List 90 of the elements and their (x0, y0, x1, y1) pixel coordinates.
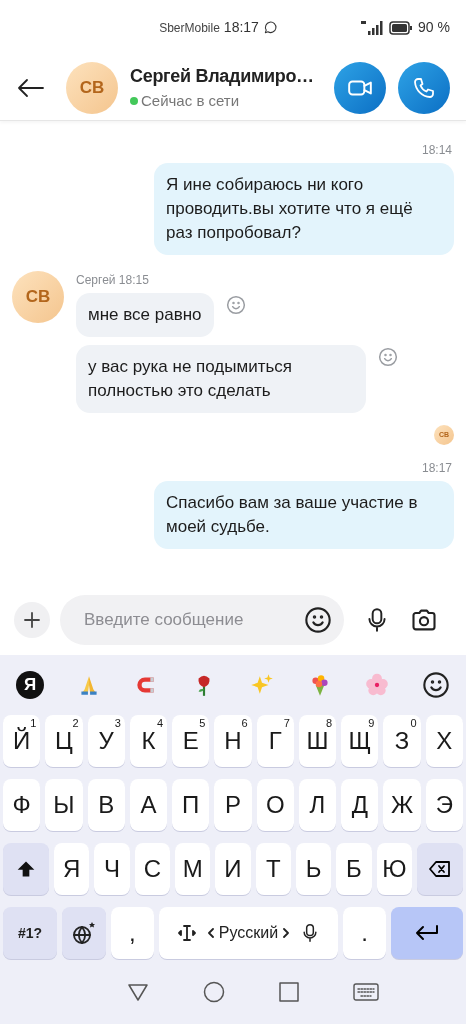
carrier-name: SberMobile (159, 19, 220, 37)
key[interactable]: Т (255, 843, 291, 895)
shift-icon (16, 859, 36, 879)
key-hint: 1 (30, 718, 37, 729)
home-nav-icon[interactable] (203, 980, 225, 1003)
key[interactable]: И (215, 843, 251, 895)
key-hint: 3 (114, 718, 121, 729)
contact-name: Сергей Владимиро… (130, 64, 315, 88)
key[interactable]: Л (298, 779, 337, 831)
key-hint: 5 (199, 718, 206, 729)
chat-app-icon (262, 20, 277, 35)
message-bubble: мне все равно (76, 293, 214, 337)
message-input[interactable]: Введите сообщение (60, 595, 344, 645)
call-button[interactable] (398, 61, 450, 114)
keyboard-icon[interactable] (353, 981, 379, 1002)
plus-icon (23, 611, 41, 629)
emoji-icon[interactable] (304, 606, 332, 634)
space-key[interactable]: Русский (158, 907, 339, 959)
key-hint: 0 (410, 718, 417, 729)
cursor-icon (176, 923, 197, 943)
key[interactable]: М (175, 843, 211, 895)
key[interactable]: У 3 (87, 715, 125, 767)
message-time: 18:17 (421, 460, 452, 477)
signal-icon (360, 19, 385, 36)
key[interactable]: Ю (376, 843, 412, 895)
enter-key[interactable] (391, 907, 463, 959)
message-time: 18:14 (421, 142, 452, 159)
clock: 18:17 (223, 18, 259, 37)
key[interactable]: . (343, 907, 386, 959)
key[interactable]: Ж (383, 779, 421, 831)
key[interactable]: Е 5 (172, 715, 210, 767)
reaction-icon[interactable] (225, 295, 246, 315)
presence-status: Сейчас в сети (141, 90, 240, 111)
key[interactable]: Б (336, 843, 372, 895)
key[interactable]: , (111, 907, 154, 959)
key-hint: 4 (156, 718, 164, 729)
key[interactable]: П (172, 779, 210, 831)
key[interactable]: Э (425, 779, 463, 831)
key[interactable]: Ь (295, 843, 332, 895)
key-hint: 8 (326, 718, 333, 729)
backspace-key[interactable] (416, 843, 463, 895)
key[interactable]: Ш 8 (298, 715, 337, 767)
key[interactable]: Ц 2 (45, 715, 83, 767)
key[interactable]: Г 7 (256, 715, 294, 767)
language-label: Русский (218, 923, 279, 943)
symbols-key[interactable]: #1? (3, 907, 57, 959)
back-nav-icon[interactable] (127, 981, 149, 1002)
recents-nav-icon[interactable] (279, 981, 299, 1002)
key[interactable]: Щ 9 (341, 715, 379, 767)
key[interactable]: Ы (45, 779, 83, 831)
message-bubble: Я ине собираюсь ни кого проводить.вы хотите что я ещё раз попробовал? (154, 163, 454, 255)
language-key[interactable] (62, 907, 106, 959)
message-input-text[interactable]: Введите сообщение (84, 607, 304, 633)
key[interactable]: Й 1 (3, 715, 41, 767)
key[interactable]: Ч (94, 843, 130, 895)
keyboard-logo[interactable]: Я (16, 671, 44, 699)
backspace-icon (427, 859, 452, 879)
battery-icon (389, 20, 414, 35)
key[interactable]: Р (214, 779, 252, 831)
chevron-left-icon (206, 928, 215, 938)
avatar: СВ (12, 271, 64, 323)
key[interactable]: О (256, 779, 294, 831)
phone-icon (412, 75, 436, 100)
globe-icon (71, 920, 97, 946)
key[interactable]: А (129, 779, 168, 831)
key[interactable]: Д (341, 779, 379, 831)
key[interactable]: Н 6 (214, 715, 252, 767)
key[interactable]: В (87, 779, 125, 831)
sender-and-time: Сергей 18:15 (76, 272, 150, 289)
reaction-icon[interactable] (378, 347, 398, 367)
video-call-button[interactable] (334, 61, 386, 114)
shift-key[interactable] (3, 843, 49, 895)
key[interactable]: Х (425, 715, 463, 767)
chevron-right-icon (282, 928, 291, 938)
enter-icon (413, 923, 441, 943)
add-button[interactable] (14, 602, 50, 638)
battery-level: 90 % (418, 18, 450, 37)
key-hint: 2 (72, 718, 79, 729)
key-hint: 7 (283, 718, 290, 729)
message-bubble: Спасибо вам за ваше участие в моей судьбе. (154, 481, 454, 549)
key-hint: 6 (241, 718, 248, 729)
key-hint: 9 (368, 718, 375, 729)
message-bubble: у вас рука не подымиться полностью это сделать (76, 345, 366, 413)
key[interactable]: Я (54, 843, 90, 895)
key[interactable]: Ф (3, 779, 41, 831)
key[interactable]: З 0 (383, 715, 421, 767)
key[interactable]: К 4 (129, 715, 168, 767)
avatar: СВ (66, 61, 118, 114)
emoji-icon[interactable] (421, 671, 450, 699)
key[interactable]: С (134, 843, 170, 895)
